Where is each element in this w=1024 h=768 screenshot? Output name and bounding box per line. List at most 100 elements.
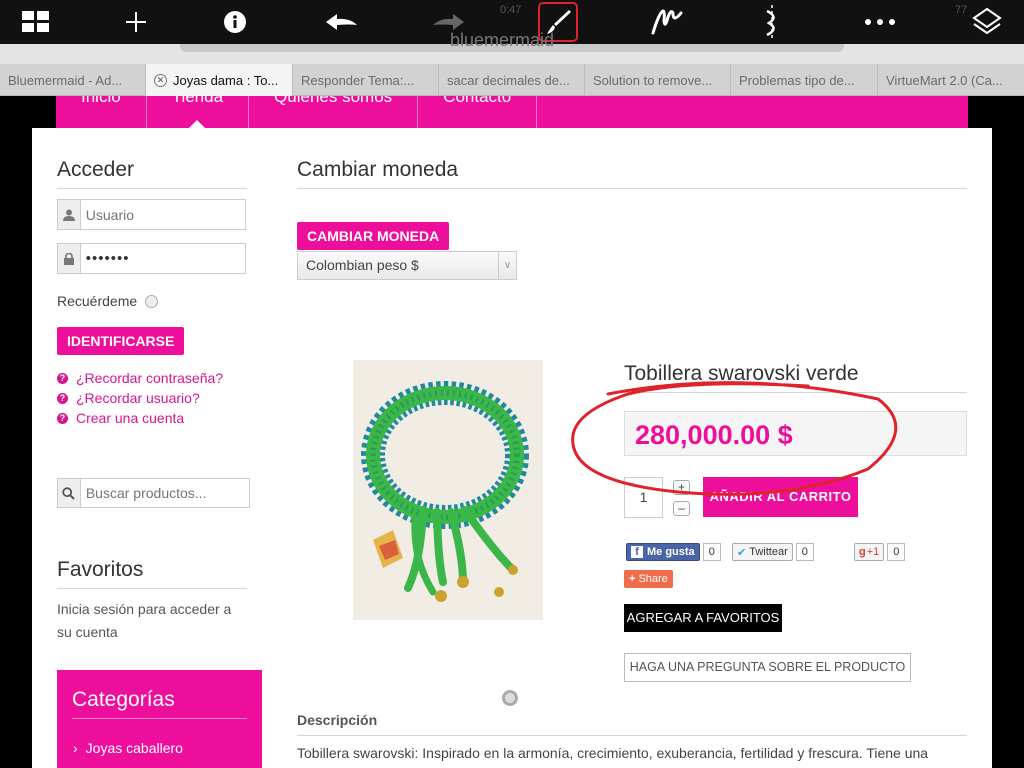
description-title: Descripción (297, 712, 967, 736)
search-input[interactable] (80, 479, 249, 507)
categories-panel: Categorías › Joyas caballero (57, 670, 262, 768)
quantity-increase-button[interactable]: + (673, 480, 690, 495)
chevron-right-icon: › (73, 740, 78, 756)
tab-responder-tema[interactable]: Responder Tema:... (293, 64, 439, 96)
login-title: Acceder (57, 158, 247, 189)
nav-quienes-somos[interactable]: Quienes somos (249, 96, 419, 128)
twitter-share: ✔ Twittear 0 (732, 542, 814, 562)
change-currency-button[interactable]: CAMBIAR MONEDA (297, 222, 450, 250)
category-joyas-caballero[interactable]: › Joyas caballero (73, 740, 183, 756)
forgot-password-link[interactable]: ? ¿Recordar contraseña? (57, 370, 223, 386)
google-plus-label: +1 (866, 546, 880, 558)
layers-icon[interactable] (963, 0, 1011, 44)
tab-label: VirtueMart 2.0 (Ca... (886, 72, 1003, 88)
google-plus: g +1 0 (854, 542, 906, 562)
info-icon[interactable] (211, 0, 259, 44)
tab-label: Solution to remove... (593, 72, 713, 88)
share-label: Share (638, 573, 668, 585)
password-input[interactable] (80, 244, 245, 273)
username-input[interactable] (80, 200, 245, 229)
link-label: ¿Recordar contraseña? (76, 370, 224, 386)
tab-joyas-dama[interactable]: ✕ Joyas dama : To... (146, 64, 293, 96)
forgot-username-link[interactable]: ? ¿Recordar usuario? (57, 390, 200, 406)
grid-icon[interactable] (12, 0, 60, 44)
nav-tienda[interactable]: Tienda (147, 96, 250, 128)
currency-select[interactable]: Colombian peso $ ∨ (297, 251, 517, 280)
product-title: Tobillera swarovski verde (624, 362, 967, 393)
category-label: Joyas caballero (85, 740, 183, 756)
tab-label: Bluemermaid - Ad... (8, 72, 123, 88)
nav-label: Inicio (81, 96, 121, 106)
user-icon (58, 200, 81, 229)
tab-problemas[interactable]: Problemas tipo de... (731, 64, 878, 96)
twitter-icon: ✔ (737, 546, 747, 559)
tab-label: Problemas tipo de... (739, 72, 855, 88)
browser-tabs: Bluemermaid - Ad... ✕ Joyas dama : To... … (0, 64, 1024, 96)
chevron-down-icon: ∨ (498, 252, 516, 279)
eraser-tool-icon[interactable] (748, 0, 796, 44)
pen-tool-icon[interactable] (643, 0, 691, 44)
help-icon: ? (57, 372, 68, 384)
add-icon[interactable] (112, 0, 160, 44)
more-icon[interactable] (856, 0, 904, 44)
username-field[interactable] (57, 199, 246, 230)
facebook-label: Me gusta (647, 546, 695, 558)
add-to-favorites-button[interactable]: AGREGAR A FAVORITOS (624, 604, 782, 632)
tab-label: Joyas dama : To... (173, 72, 279, 88)
google-plus-button[interactable]: g +1 (854, 543, 885, 561)
browser-address-bar: bluemermaid (0, 30, 1024, 64)
main-nav: Inicio Tienda Quienes somos Contacto (56, 96, 968, 128)
nav-inicio[interactable]: Inicio (56, 96, 147, 128)
close-icon[interactable]: ✕ (154, 73, 167, 87)
categories-title: Categorías (72, 688, 247, 719)
link-label: ¿Recordar usuario? (76, 390, 200, 406)
battery-level: 77 (955, 4, 968, 16)
password-field[interactable] (57, 243, 246, 274)
create-account-link[interactable]: ? Crear una cuenta (57, 410, 184, 426)
login-button[interactable]: IDENTIFICARSE (57, 327, 185, 355)
share-button[interactable]: + Share (624, 570, 673, 588)
facebook-icon: f (631, 546, 643, 558)
google-plus-count: 0 (887, 543, 906, 561)
tab-bluemermaid[interactable]: Bluemermaid - Ad... (0, 64, 146, 96)
nav-contacto[interactable]: Contacto (418, 96, 538, 128)
quantity-input[interactable]: 1 (624, 477, 663, 518)
tab-solution[interactable]: Solution to remove... (585, 64, 731, 96)
nav-label: Contacto (443, 96, 512, 106)
description-text: Tobillera swarovski: Inspirado en la arm… (297, 745, 929, 761)
search-icon (58, 479, 81, 507)
facebook-like-button[interactable]: f Me gusta (626, 543, 700, 561)
tab-label: sacar decimales de... (447, 72, 570, 88)
nav-label: Tienda (171, 96, 224, 106)
nav-label: Quienes somos (274, 96, 393, 106)
status-time: 0:47 (500, 4, 522, 16)
google-icon: g (859, 546, 866, 558)
favorites-text-line-2: su cuenta (57, 624, 118, 640)
remember-checkbox[interactable] (145, 294, 159, 308)
twitter-count: 0 (795, 543, 814, 561)
tab-virtuemart[interactable]: VirtueMart 2.0 (Ca... (878, 64, 1024, 96)
currency-title: Cambiar moneda (297, 158, 967, 189)
ask-question-button[interactable]: HAGA UNA PREGUNTA SOBRE EL PRODUCTO (624, 653, 911, 682)
price-box: 280,000.00 $ (624, 411, 967, 456)
tab-sacar-decimales[interactable]: sacar decimales de... (439, 64, 585, 96)
undo-icon[interactable] (318, 0, 366, 44)
quantity-decrease-button[interactable]: – (673, 501, 690, 516)
tab-label: Responder Tema:... (301, 72, 415, 88)
remember-me: Recuérdeme (57, 293, 159, 309)
product-image[interactable] (353, 360, 543, 620)
facebook-count: 0 (702, 543, 721, 561)
facebook-like: f Me gusta 0 (626, 542, 721, 562)
loading-spinner-icon (502, 690, 518, 706)
favorites-text-line-1: Inicia sesión para acceder a (57, 601, 232, 617)
remember-label: Recuérdeme (57, 293, 138, 309)
help-icon: ? (57, 392, 68, 404)
product-price: 280,000.00 $ (635, 420, 793, 450)
product-search-field[interactable] (57, 478, 250, 508)
add-to-cart-button[interactable]: AÑADIR AL CARRITO (703, 477, 858, 517)
twitter-button[interactable]: ✔ Twittear (732, 543, 793, 561)
url-text: bluemermaid (450, 30, 555, 50)
link-label: Crear una cuenta (76, 410, 185, 426)
lock-icon (58, 244, 81, 273)
web-page: Inicio Tienda Quienes somos Contacto Acc… (32, 96, 992, 768)
